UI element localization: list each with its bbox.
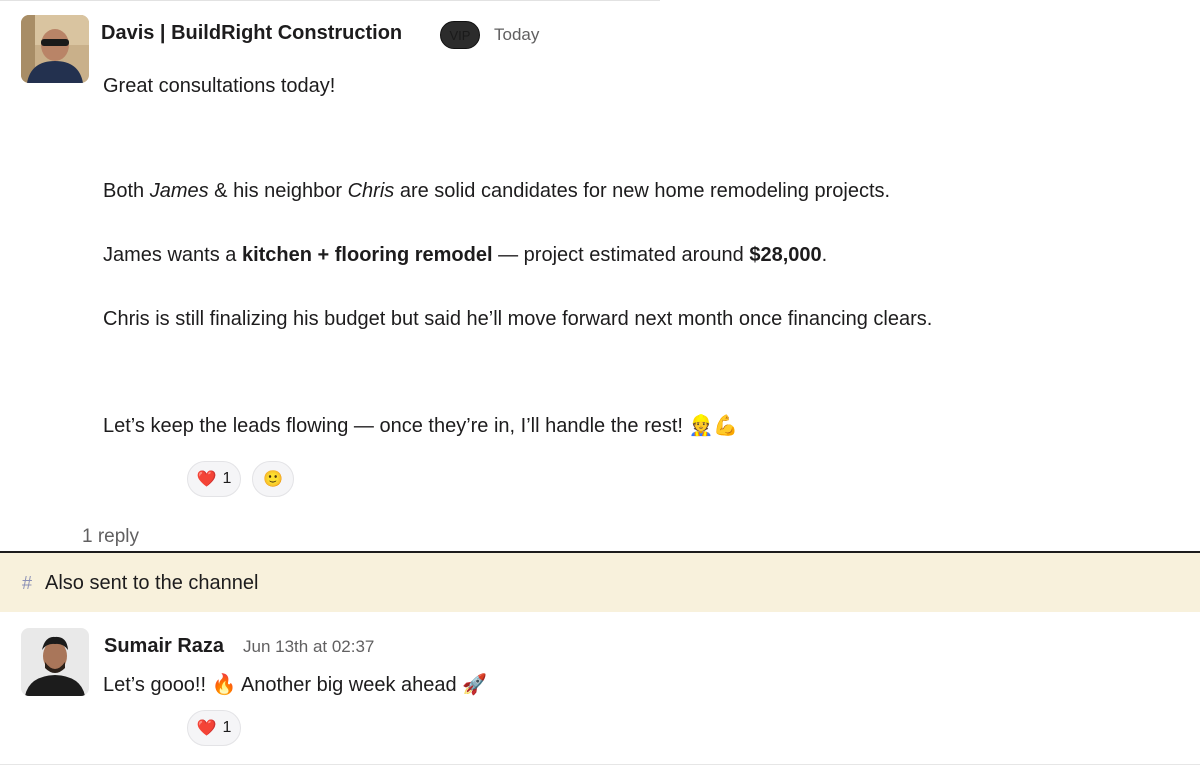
message-line: Chris is still finalizing his budget but…	[103, 308, 933, 330]
reaction-count: 1	[222, 470, 232, 487]
smiley-icon: 🙂	[263, 471, 283, 488]
thread-view: Davis | BuildRight Construction VIP Toda…	[0, 0, 1200, 773]
hash-icon: #	[22, 573, 33, 593]
reaction-heart[interactable]: ❤️ 1	[187, 710, 241, 746]
heart-emoji-icon: ❤️	[196, 720, 217, 737]
bottom-border	[0, 764, 1200, 765]
reaction-count: 1	[222, 719, 232, 736]
heart-emoji-icon: ❤️	[196, 471, 217, 488]
message-timestamp[interactable]: Jun 13th at 02:37	[243, 637, 374, 657]
author-name[interactable]: Sumair Raza	[104, 635, 224, 658]
reaction-heart[interactable]: ❤️ 1	[187, 461, 241, 497]
vip-badge: VIP	[440, 21, 480, 49]
message-timestamp[interactable]: Today	[494, 25, 539, 45]
message-line: Great consultations today!	[103, 75, 336, 97]
avatar-davis[interactable]	[21, 15, 89, 83]
message-line: Let’s keep the leads flowing — once they…	[103, 415, 739, 437]
add-reaction-button[interactable]: 🙂	[252, 461, 294, 497]
top-border	[0, 0, 660, 1]
message-line: Let’s gooo!! 🔥 Another big week ahead 🚀	[103, 674, 488, 696]
author-name[interactable]: Davis | BuildRight Construction	[101, 22, 402, 45]
also-sent-banner: # Also sent to the channel	[0, 553, 1200, 612]
message-line: Both James & his neighbor Chris are soli…	[103, 180, 891, 202]
message-line: James wants a kitchen + flooring remodel…	[103, 244, 828, 266]
reply-count-link[interactable]: 1 reply	[82, 526, 139, 548]
avatar-sumair[interactable]	[21, 628, 89, 696]
also-sent-label: Also sent to the channel	[45, 572, 259, 594]
